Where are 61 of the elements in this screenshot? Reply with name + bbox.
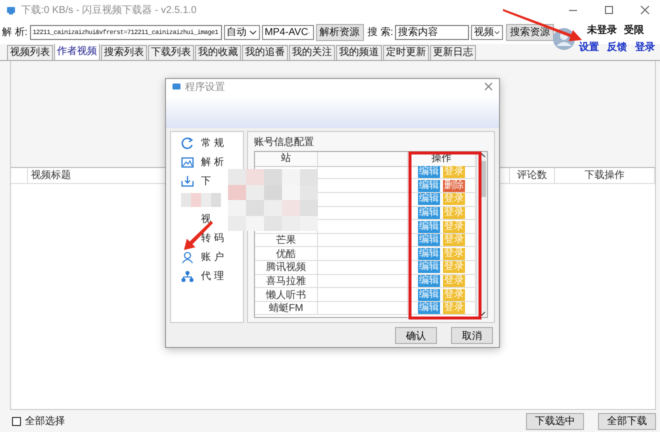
tab[interactable]: 更新日志: [430, 45, 476, 60]
search-button[interactable]: 搜索资源: [506, 24, 554, 40]
limit-status: 受限: [624, 24, 644, 37]
link[interactable]: 登录: [635, 40, 655, 54]
download-icon: [181, 174, 194, 188]
login-status: 未登录: [587, 24, 617, 37]
table-cell: 腾讯视频: [255, 261, 318, 275]
tab[interactable]: 我的关注: [289, 45, 335, 60]
tab[interactable]: 视频列表: [7, 45, 53, 60]
dialog-title: 程序设置: [185, 80, 225, 94]
table-cell: 优酷: [255, 247, 318, 262]
table-cell: 蜻蜓FM: [255, 302, 318, 316]
maximize-icon[interactable]: [604, 5, 614, 15]
window-title: 下载:0 KB/s - 闪豆视频下载器 - v2.5.1.0: [21, 4, 197, 17]
tab[interactable]: 定时更新: [383, 45, 429, 60]
table-cell: 芒果: [255, 234, 318, 248]
column-header: 评论数: [510, 168, 555, 183]
tab[interactable]: 我的追番: [242, 45, 288, 60]
link[interactable]: 设置: [579, 40, 599, 54]
group-title: 账号信息配置: [254, 136, 315, 149]
blurred-item: [181, 193, 221, 208]
type-select[interactable]: 视频: [471, 24, 504, 40]
column-header: 下载操作: [555, 168, 655, 183]
download-button[interactable]: 下载选中: [526, 412, 584, 430]
field-label: 解 析:: [2, 26, 28, 39]
dialog-button[interactable]: 取消: [451, 327, 493, 344]
parse-button[interactable]: 解析资源: [316, 24, 364, 40]
column-header: 站: [255, 152, 318, 167]
tab[interactable]: 我的收藏: [195, 45, 241, 60]
search-field[interactable]: 搜索内容: [395, 24, 470, 40]
close-icon[interactable]: [484, 82, 493, 92]
image-icon: [181, 156, 194, 169]
close-icon[interactable]: [640, 5, 650, 15]
app-icon: [6, 5, 16, 15]
checkbox[interactable]: [12, 416, 21, 426]
cycle-icon: [181, 136, 194, 150]
table-cell: 懒人听书: [255, 288, 318, 302]
user-icon: [181, 250, 194, 264]
nav-item[interactable]: 账 户: [201, 250, 224, 264]
tab[interactable]: 下载列表: [148, 45, 194, 60]
dialog-button[interactable]: 确认: [395, 327, 437, 344]
tab[interactable]: 作者视频: [54, 43, 100, 60]
link[interactable]: 反馈: [607, 40, 627, 54]
nav-item[interactable]: 转 码: [201, 231, 224, 246]
checkbox-label: 全部选择: [25, 414, 65, 428]
nav-item[interactable]: 代 理: [201, 269, 224, 284]
nav-item[interactable]: 常 规: [201, 136, 224, 150]
format-select[interactable]: MP4-AVC: [262, 24, 314, 40]
table-cell: 喜马拉雅: [255, 274, 318, 288]
tab[interactable]: 搜索列表: [101, 45, 147, 60]
delete-button[interactable]: 删除: [443, 180, 465, 192]
nav-item[interactable]: 视: [201, 212, 211, 226]
tab[interactable]: 我的频道: [336, 45, 382, 60]
nav-item[interactable]: 解 析: [201, 155, 224, 170]
caret-icon: [248, 28, 257, 36]
caret-icon: [494, 28, 500, 36]
network-icon: [181, 270, 194, 283]
download-button[interactable]: 全部下载: [598, 412, 656, 430]
mode-select[interactable]: 自动: [224, 24, 260, 40]
app-icon: [172, 82, 181, 92]
field-label: 搜 索:: [368, 26, 394, 39]
